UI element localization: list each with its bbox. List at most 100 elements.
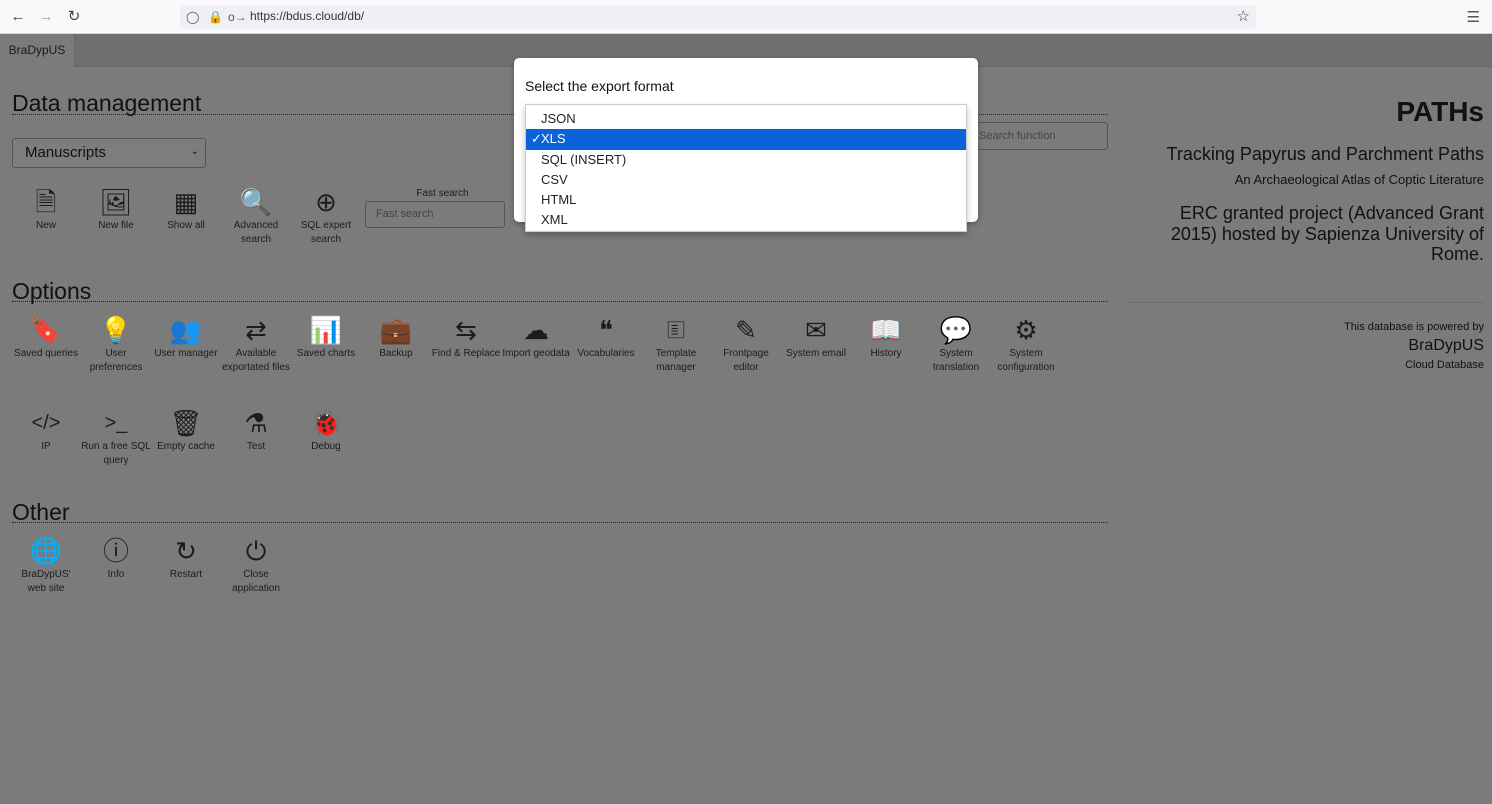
envelope-icon: ✉ [805, 315, 827, 345]
tab-bradypus[interactable]: BraDypUS [0, 34, 75, 67]
option-json-label: JSON [541, 111, 576, 126]
system-configuration-button[interactable]: ⚙ System configuration [991, 314, 1061, 375]
fast-search-input[interactable]: Fast search [365, 201, 505, 228]
restart-button[interactable]: ↻ Restart [151, 535, 221, 582]
sql-expert-search-button[interactable]: ⊕ SQL expert search [291, 186, 361, 247]
project-title: PATHs [1396, 96, 1484, 127]
option-json[interactable]: JSON [526, 109, 966, 129]
show-all-label: Show all [167, 220, 205, 231]
chevron-down-icon: ⌄ [190, 146, 199, 157]
url-text[interactable]: https://bdus.cloud/db/ [250, 9, 364, 23]
reload-icon[interactable]: ↻ [64, 7, 84, 27]
modal-title: Select the export format [525, 78, 674, 94]
users-icon: 👥 [169, 315, 203, 345]
project-description: ERC granted project (Advanced Grant 2015… [1170, 203, 1484, 264]
key-icon[interactable]: o→ [228, 8, 247, 26]
frontpage-editor-button[interactable]: ✎ Frontpage editor [711, 314, 781, 375]
empty-cache-button[interactable]: 🗑 Empty cache [151, 407, 221, 454]
forward-arrow-icon[interactable]: → [36, 7, 56, 27]
url-bar[interactable]: ◯ 🔒 o→ https://bdus.cloud/db/ ☆ [180, 5, 1256, 29]
backup-button[interactable]: 💼 Backup [361, 314, 431, 361]
table-icon: ▦ [173, 187, 199, 217]
import-geodata-button[interactable]: ☁ Import geodata [501, 314, 571, 361]
image-icon: 🖼 [99, 187, 133, 217]
table-select[interactable]: Manuscripts ⌄ [12, 138, 206, 168]
website-label: BraDypUS' web site [21, 569, 71, 594]
available-exported-files-button[interactable]: ⇄ Available exportated files [221, 314, 291, 375]
saved-queries-label: Saved queries [14, 348, 78, 359]
user-manager-button[interactable]: 👥 User manager [151, 314, 221, 361]
user-preferences-button[interactable]: 💡 User preferences [81, 314, 151, 375]
option-csv[interactable]: CSV [526, 170, 966, 190]
code-icon: </> [31, 412, 61, 434]
export-format-dropdown[interactable]: JSON ✓ XLS SQL (INSERT) CSV HTML XML [525, 104, 967, 232]
book-icon: 📖 [869, 315, 903, 345]
user-preferences-label: User preferences [89, 348, 143, 373]
new-record-button[interactable]: 🗎 New [11, 186, 81, 233]
info-icon: ⓘ [102, 536, 129, 566]
advanced-search-button[interactable]: 🔍 Advanced search [221, 186, 291, 247]
test-label: Test [246, 441, 266, 452]
system-email-button[interactable]: ✉ System email [781, 314, 851, 361]
comment-icon: 💬 [939, 315, 973, 345]
back-arrow-icon[interactable]: ← [8, 7, 28, 27]
option-xml[interactable]: XML [526, 210, 966, 230]
new-file-label: New file [98, 220, 134, 231]
search-function-input[interactable]: Search function [968, 122, 1108, 150]
quote-icon: ❝ [599, 315, 613, 345]
bookmark-icon: 🔖 [29, 315, 63, 345]
zoom-in-icon: ⊕ [315, 187, 337, 217]
search-icon: 🔍 [239, 187, 273, 217]
system-translation-button[interactable]: 💬 System translation [921, 314, 991, 375]
saved-queries-button[interactable]: 🔖 Saved queries [11, 314, 81, 361]
run-sql-query-button[interactable]: >_ Run a free SQL query [81, 407, 151, 468]
hamburger-menu-icon[interactable]: ☰ [1467, 8, 1480, 26]
refresh-icon: ↻ [175, 536, 197, 566]
history-button[interactable]: 📖 History [851, 314, 921, 361]
star-icon[interactable]: ☆ [1237, 7, 1250, 25]
system-configuration-label: System configuration [997, 348, 1055, 373]
ip-button[interactable]: </> IP [11, 407, 81, 454]
vocabularies-button[interactable]: ❝ Vocabularies [571, 314, 641, 361]
import-geodata-label: Import geodata [502, 348, 570, 359]
powered-by-text: This database is powered by [1343, 321, 1484, 333]
new-file-button[interactable]: 🖼 New file [81, 186, 151, 233]
project-subtitle: Tracking Papyrus and Parchment Paths [1166, 144, 1485, 164]
backup-label: Backup [379, 348, 413, 359]
shield-icon[interactable]: ◯ [186, 8, 199, 26]
brand-name[interactable]: BraDypUS [1408, 337, 1484, 355]
section-divider [12, 522, 1108, 523]
briefcase-icon: 💼 [379, 315, 413, 345]
bar-chart-icon: 📊 [309, 315, 343, 345]
run-sql-query-label: Run a free SQL query [81, 441, 151, 466]
gear-icon: ⚙ [1014, 315, 1038, 345]
saved-charts-label: Saved charts [296, 348, 356, 359]
show-all-button[interactable]: ▦ Show all [151, 186, 221, 233]
debug-label: Debug [311, 441, 341, 452]
table-select-value: Manuscripts [25, 144, 106, 161]
option-html[interactable]: HTML [526, 190, 966, 210]
close-application-button[interactable]: ⏻ Close application [221, 535, 291, 596]
option-xls[interactable]: ✓ XLS [526, 129, 966, 150]
brand-subtitle: Cloud Database [1405, 359, 1484, 371]
sql-expert-search-label: SQL expert search [300, 220, 352, 245]
ip-label: IP [41, 441, 51, 452]
find-replace-button[interactable]: ⇆ Find & Replace [431, 314, 501, 361]
bug-icon: 🐞 [309, 408, 343, 438]
option-csv-label: CSV [541, 171, 568, 187]
lock-icon[interactable]: 🔒 [208, 8, 223, 26]
website-button[interactable]: 🌐 BraDypUS' web site [11, 535, 81, 596]
option-sql-insert[interactable]: SQL (INSERT) [526, 150, 966, 170]
info-button[interactable]: ⓘ Info [81, 535, 151, 582]
edit-icon: ✎ [735, 315, 757, 345]
available-exported-files-label: Available exportated files [222, 348, 290, 373]
section-divider [12, 301, 1108, 302]
shuffle-icon: ⇄ [245, 315, 267, 345]
option-html-label: HTML [541, 192, 577, 208]
template-manager-label: Template manager [655, 348, 697, 373]
frontpage-editor-label: Frontpage editor [723, 348, 769, 373]
debug-button[interactable]: 🐞 Debug [291, 407, 361, 454]
test-button[interactable]: ⚗ Test [221, 407, 291, 454]
template-manager-button[interactable]: 🗉 Template manager [641, 314, 711, 375]
saved-charts-button[interactable]: 📊 Saved charts [291, 314, 361, 361]
